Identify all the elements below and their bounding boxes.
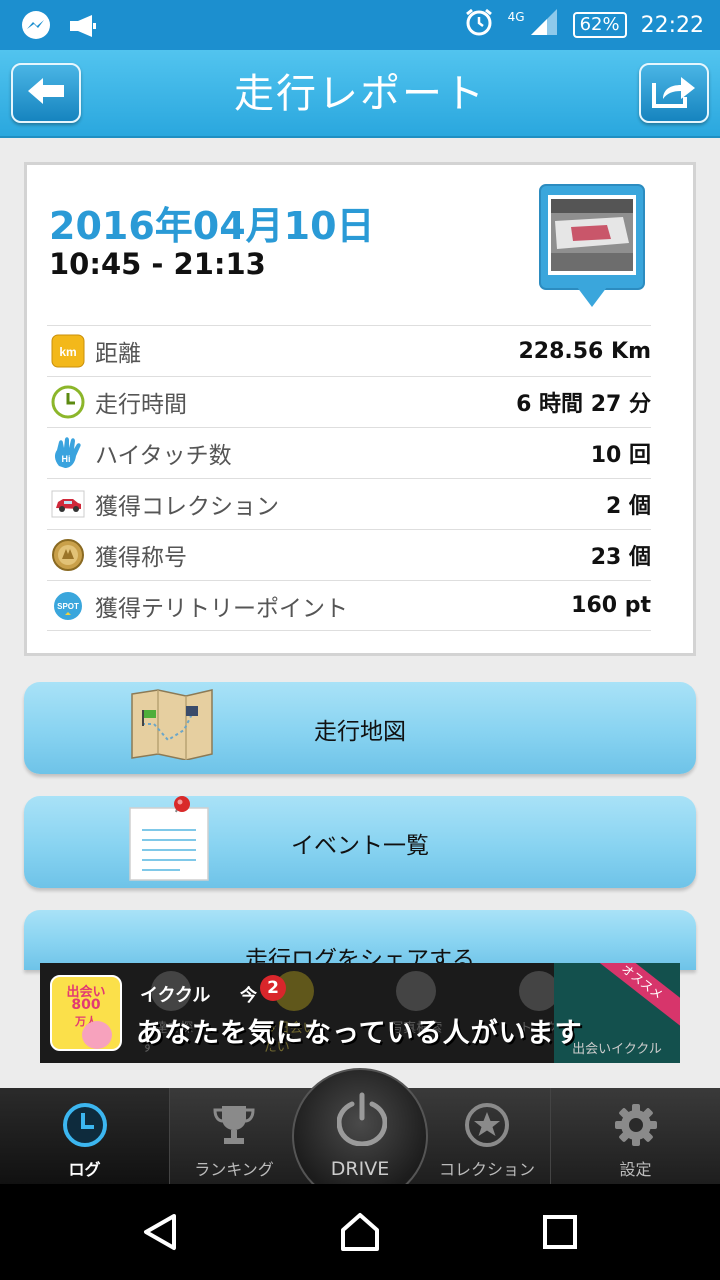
battery-level: 62% — [572, 12, 627, 38]
stat-value: 160 pt — [571, 593, 651, 618]
event-list-button[interactable]: イベント一覧 — [24, 796, 696, 888]
stat-row-high-touch: Hi ハイタッチ数 10 回 — [47, 427, 651, 478]
clock-time: 22:22 — [640, 12, 704, 38]
stat-value: 10 回 — [590, 443, 651, 468]
network-label: 4G — [507, 10, 525, 24]
drive-label: DRIVE — [330, 1158, 390, 1180]
share-button[interactable] — [639, 63, 709, 123]
spot-icon: SPOT — [51, 589, 85, 623]
gear-icon — [613, 1102, 659, 1152]
stat-row-collection: 獲得コレクション 2 個 — [47, 478, 651, 529]
stats-list: km 距離 228.56 Km 走行時間 6 時間 27 分 Hi ハイタッチ数… — [47, 325, 651, 631]
ad-brand: イククル — [140, 985, 211, 1006]
stat-row-territory: SPOT 獲得テリトリーポイント 160 pt — [47, 580, 651, 631]
drive-map-button[interactable]: 走行地図 — [24, 682, 696, 774]
stat-label: ハイタッチ数 — [95, 443, 232, 469]
status-bar: 4G 62% 22:22 — [0, 0, 720, 50]
stat-value: 228.56 Km — [518, 338, 651, 364]
stat-label: 獲得テリトリーポイント — [95, 595, 348, 622]
stat-row-distance: km 距離 228.56 Km — [47, 325, 651, 376]
signal-icon — [529, 7, 559, 43]
nav-settings-label: 設定 — [619, 1160, 652, 1179]
report-date: 2016年04月10日 — [49, 204, 375, 248]
share-log-button[interactable]: 走行ログをシェアする — [24, 910, 696, 970]
star-icon — [464, 1102, 510, 1152]
drive-map-label: 走行地図 — [314, 719, 406, 745]
hand-icon: Hi — [51, 436, 85, 470]
nav-collection[interactable]: コレクション — [424, 1088, 550, 1184]
app-header: 走行レポート — [0, 50, 720, 138]
svg-text:Hi: Hi — [62, 454, 71, 464]
system-home-button[interactable] — [338, 1212, 382, 1256]
home-icon — [339, 1212, 381, 1256]
ad-now: 今 — [240, 986, 257, 1006]
stat-label: 獲得コレクション — [95, 494, 279, 520]
ad-badge: 2 — [260, 975, 286, 1001]
share-icon — [651, 73, 697, 113]
nav-log-label: ログ — [68, 1160, 101, 1179]
battery-indicator: 62% — [572, 12, 627, 38]
nav-collection-label: コレクション — [438, 1160, 535, 1179]
stat-value: 6 時間 27 分 — [516, 392, 651, 417]
report-card: 2016年04月10日 10:45 - 21:13 km 距離 228.56 K… — [24, 162, 696, 656]
megaphone-icon — [68, 13, 98, 43]
stat-label: 距離 — [95, 341, 141, 367]
stat-value: 2 個 — [606, 494, 651, 519]
back-triangle-icon — [140, 1212, 180, 1256]
stat-label: 獲得称号 — [95, 545, 187, 571]
stat-label: 走行時間 — [95, 392, 187, 418]
km-icon: km — [51, 334, 85, 368]
system-recents-button[interactable] — [538, 1212, 582, 1256]
alarm-icon — [464, 7, 494, 43]
medal-icon — [51, 538, 85, 572]
page-title: 走行レポート — [234, 71, 486, 117]
ad-banner[interactable]: 友達を探す 今日会いたい 写真検索 トーク 出会い 800 万人 イククル 今 … — [40, 963, 680, 1063]
power-icon — [336, 1092, 388, 1150]
nav-ranking[interactable]: ランキング — [170, 1088, 298, 1184]
event-list-label: イベント一覧 — [291, 833, 429, 859]
spot-icon-label: SPOT — [57, 602, 79, 611]
ad-logo: 出会い 800 万人 — [50, 975, 122, 1051]
car-icon — [51, 487, 85, 521]
system-back-button[interactable] — [138, 1212, 182, 1256]
recents-square-icon — [542, 1214, 578, 1254]
log-clock-icon — [62, 1102, 108, 1152]
nav-settings[interactable]: 設定 — [550, 1088, 720, 1184]
report-time-range: 10:45 - 21:13 — [49, 247, 266, 281]
km-icon-label: km — [59, 345, 76, 359]
trophy-icon — [212, 1102, 256, 1152]
stat-row-drive-time: 走行時間 6 時間 27 分 — [47, 376, 651, 427]
stat-value: 23 個 — [590, 545, 651, 570]
clock-icon — [51, 385, 85, 419]
ad-ribbon: オススメ — [587, 963, 680, 1028]
photo-pin[interactable] — [537, 183, 647, 313]
nav-ranking-label: ランキング — [194, 1160, 274, 1179]
ad-headline: あなたを気になっている人がいます — [136, 1018, 583, 1049]
system-nav-bar — [0, 1184, 720, 1280]
stat-row-titles: 獲得称号 23 個 — [47, 529, 651, 580]
nav-log[interactable]: ログ — [0, 1088, 170, 1184]
messenger-icon — [20, 10, 52, 46]
